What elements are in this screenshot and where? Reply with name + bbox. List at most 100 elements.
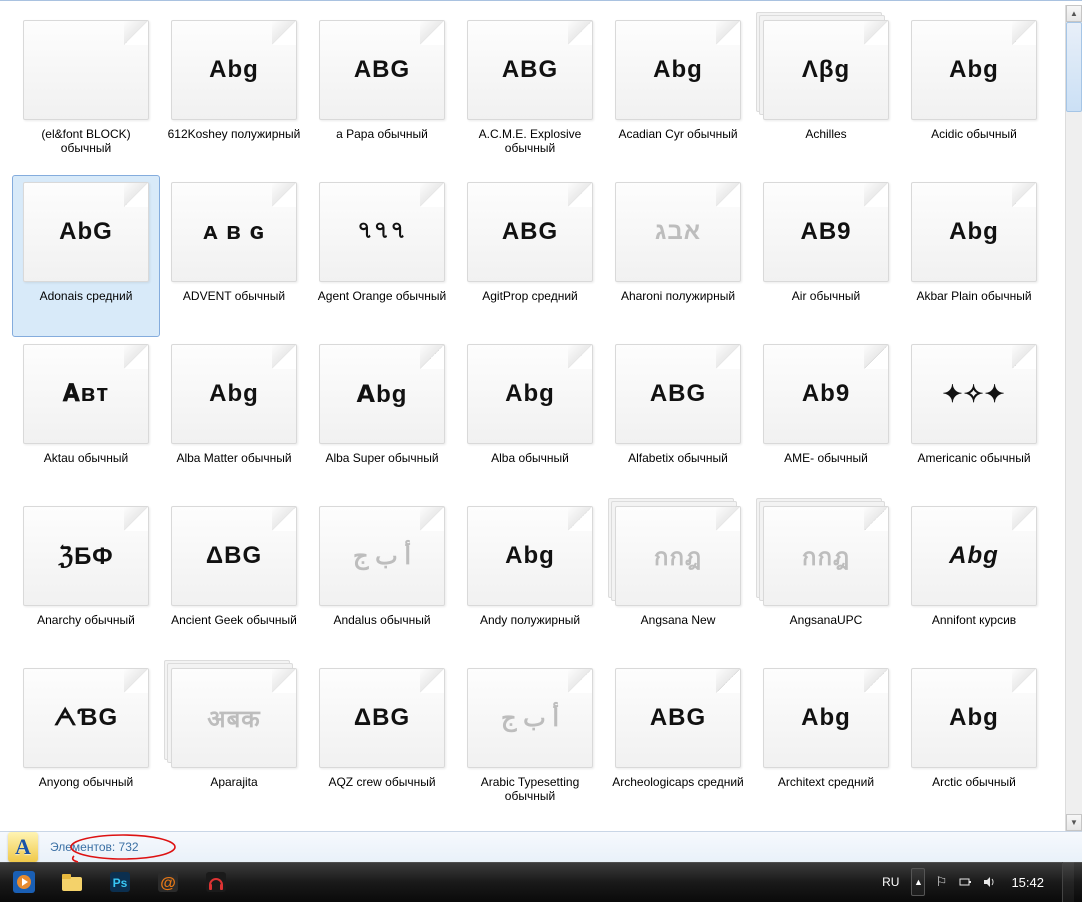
show-desktop-button[interactable] xyxy=(1062,862,1074,902)
font-item-label: Acidic обычный xyxy=(929,126,1019,142)
font-item[interactable]: AbgAcadian Cyr обычный xyxy=(604,13,752,175)
font-item[interactable]: AbgArctic обычный xyxy=(900,661,1048,823)
font-item[interactable]: AbgAlba обычный xyxy=(456,337,604,499)
font-preview-text: AbG xyxy=(59,218,113,246)
flag-icon[interactable]: ⚐ xyxy=(933,874,949,890)
font-item[interactable]: अबकAparajita xyxy=(160,661,308,823)
font-item[interactable]: Ab9AME- обычный xyxy=(752,337,900,499)
font-thumbnail: กกฎ xyxy=(614,504,742,608)
font-preview-text: Ab9 xyxy=(802,380,850,408)
font-item[interactable]: Abg Architext средний xyxy=(752,661,900,823)
font-item-label: Acadian Cyr обычный xyxy=(616,126,739,142)
font-thumbnail: Abg xyxy=(170,342,298,446)
volume-icon[interactable] xyxy=(981,874,997,890)
font-preview-text: ABG xyxy=(354,56,410,84)
font-item[interactable]: ᴀ ʙ ɢADVENT обычный xyxy=(160,175,308,337)
font-preview-text: ΔBG xyxy=(354,704,410,732)
font-preview-text: अबक xyxy=(207,702,260,735)
scroll-up-button[interactable]: ▲ xyxy=(1066,5,1082,22)
font-item-label: Architext средний xyxy=(776,774,876,790)
font-item[interactable]: 𝗔bgAlba Super обычный xyxy=(308,337,456,499)
font-preview-text: Abg xyxy=(949,704,999,732)
font-thumbnail: ABG xyxy=(318,18,446,122)
font-item[interactable]: (el&font BLOCK) обычный xyxy=(12,13,160,175)
font-item[interactable]: Abg 612Koshey полужирный xyxy=(160,13,308,175)
font-item-label: Annifont курсив xyxy=(930,612,1018,628)
font-item-label: Angsana New xyxy=(639,612,718,628)
font-thumbnail: Ab9 xyxy=(762,342,890,446)
font-thumbnail: Abg xyxy=(910,504,1038,608)
font-item-label: 612Koshey полужирный xyxy=(166,126,303,142)
font-thumbnail: Abg xyxy=(170,18,298,122)
font-item[interactable]: ΛβgAchilles xyxy=(752,13,900,175)
font-preview-text: Abg xyxy=(949,218,999,246)
font-item[interactable]: AB9Air обычный xyxy=(752,175,900,337)
font-item-label: A.C.M.E. Explosive обычный xyxy=(461,126,599,157)
font-preview-text: ᴀ ʙ ɢ xyxy=(203,218,264,246)
taskbar-app-explorer[interactable] xyxy=(49,863,95,901)
font-preview-text: Abg xyxy=(801,704,851,732)
font-item-label: Andy полужирный xyxy=(478,612,582,628)
font-item[interactable]: กกฎAngsanaUPC xyxy=(752,499,900,661)
font-item-label: Akbar Plain обычный xyxy=(914,288,1033,304)
font-thumbnail xyxy=(22,18,150,122)
font-item[interactable]: أ ب جArabic Typesetting обычный xyxy=(456,661,604,823)
font-preview-text: กกฎ xyxy=(654,537,702,576)
font-item[interactable]: ✦✧✦Americanic обычный xyxy=(900,337,1048,499)
scroll-thumb[interactable] xyxy=(1066,22,1082,112)
font-item[interactable]: AbgAlba Matter обычный xyxy=(160,337,308,499)
font-preview-text: ABG xyxy=(650,380,706,408)
font-item[interactable]: ABGArcheologicaps средний xyxy=(604,661,752,823)
font-thumbnail: ✦✧✦ xyxy=(910,342,1038,446)
font-preview-text: أ ب ج xyxy=(353,542,411,571)
font-item[interactable]: أ ب جAndalus обычный xyxy=(308,499,456,661)
font-thumbnail: 𝗔bg xyxy=(318,342,446,446)
scroll-track[interactable] xyxy=(1066,22,1082,814)
font-thumbnail: ᴀ ʙ ɢ xyxy=(170,180,298,284)
power-icon[interactable] xyxy=(957,874,973,890)
font-thumbnail: ABG xyxy=(614,666,742,770)
taskbar-app-mail[interactable]: @ xyxy=(145,863,191,901)
font-item[interactable]: אבגAharoni полужирный xyxy=(604,175,752,337)
explorer-content: (el&font BLOCK) обычный Abg 612Koshey полу… xyxy=(0,0,1082,831)
font-item[interactable]: ᗅƁGAnyong обычный xyxy=(12,661,160,823)
taskbar: Ps @ RU ▲ ⚐ 15:42 xyxy=(0,862,1082,902)
taskbar-app-photoshop[interactable]: Ps xyxy=(97,863,143,901)
font-item[interactable]: AbgAcidic обычный xyxy=(900,13,1048,175)
font-item-label: Air обычный xyxy=(790,288,862,304)
font-item-label: (el&font BLOCK) обычный xyxy=(17,126,155,157)
font-preview-text: ৭৭৭ xyxy=(357,212,407,252)
font-item[interactable]: ABGAgitProp средний xyxy=(456,175,604,337)
font-preview-text: Abg xyxy=(949,542,999,570)
font-thumbnail: أ ب ج xyxy=(318,504,446,608)
scroll-down-button[interactable]: ▼ xyxy=(1066,814,1082,831)
font-item[interactable]: ΔBG Ancient Geek обычный xyxy=(160,499,308,661)
font-item[interactable]: ℨБФAnarchy обычный xyxy=(12,499,160,661)
font-preview-text: 𝗔bg xyxy=(357,380,408,409)
font-item[interactable]: ABGAlfabetix обычный xyxy=(604,337,752,499)
font-item[interactable]: Abg Annifont курсив xyxy=(900,499,1048,661)
font-preview-text: ABG xyxy=(650,704,706,732)
taskbar-app-headphones[interactable] xyxy=(193,863,239,901)
status-bar: A Элементов: 732 xyxy=(0,831,1082,862)
font-item-label: Anyong обычный xyxy=(37,774,135,790)
taskbar-app-media-player[interactable] xyxy=(1,863,47,901)
font-item[interactable]: ABGa Papa обычный xyxy=(308,13,456,175)
font-item[interactable]: AbgAndy полужирный xyxy=(456,499,604,661)
font-item[interactable]: 𝐀ʙᴛAktau обычный xyxy=(12,337,160,499)
font-item[interactable]: ABGA.C.M.E. Explosive обычный xyxy=(456,13,604,175)
font-item-label: Adonais средний xyxy=(38,288,135,304)
font-thumbnail: 𝐀ʙᴛ xyxy=(22,342,150,446)
vertical-scrollbar[interactable]: ▲ ▼ xyxy=(1065,5,1082,831)
font-item[interactable]: ৭৭৭Agent Orange обычный xyxy=(308,175,456,337)
font-item[interactable]: Abg Akbar Plain обычный xyxy=(900,175,1048,337)
language-indicator[interactable]: RU xyxy=(878,873,903,891)
tray-expand-icon[interactable]: ▲ xyxy=(911,868,925,896)
font-item[interactable]: AbG Adonais средний xyxy=(12,175,160,337)
font-item[interactable]: กกฎ Angsana New xyxy=(604,499,752,661)
font-thumbnail: กกฎ xyxy=(762,504,890,608)
font-item-label: Ancient Geek обычный xyxy=(169,612,299,628)
taskbar-clock[interactable]: 15:42 xyxy=(1005,875,1050,890)
font-item[interactable]: ΔBGAQZ crew обычный xyxy=(308,661,456,823)
font-thumbnail: ΔBG xyxy=(170,504,298,608)
